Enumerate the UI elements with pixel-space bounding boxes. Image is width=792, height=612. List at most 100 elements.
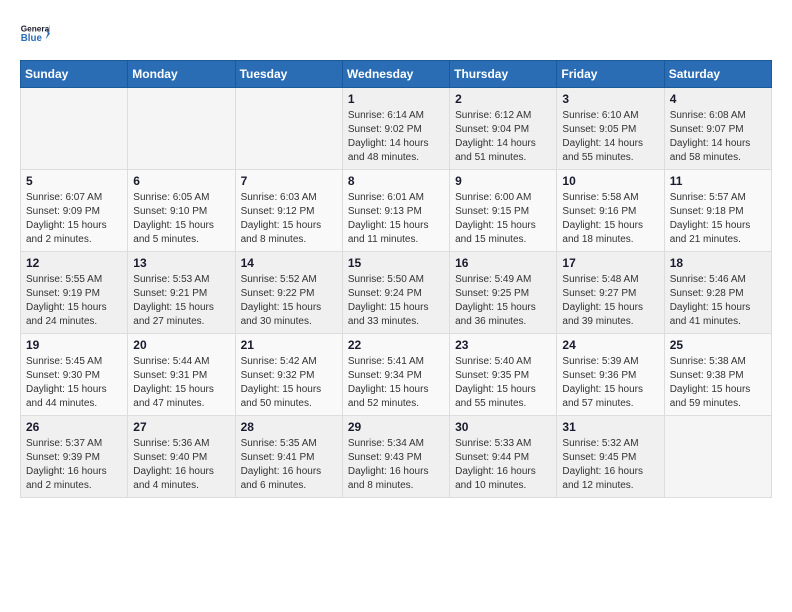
calendar-cell: 20Sunrise: 5:44 AMSunset: 9:31 PMDayligh… [128, 334, 235, 416]
calendar-cell: 22 Sunrise: 5:41 AMSunset: 9:34 PMDayligh… [342, 334, 449, 416]
day-info: Sunrise: 6:03 AMSunset: 9:12 PMDaylight:… [241, 191, 337, 247]
calendar-cell: 6 Sunrise: 6:05 AMSunset: 9:10 PMDaylight… [128, 170, 235, 252]
calendar-cell: 2Sunrise: 6:12 AMSunset: 9:04 PMDaylight… [450, 88, 557, 170]
day-number: 26 [26, 420, 122, 434]
day-info: Sunrise: 6:01 AMSunset: 9:13 PMDaylight:… [348, 191, 444, 247]
day-number: 15 [348, 256, 444, 270]
calendar-cell [235, 88, 342, 170]
calendar-cell [128, 88, 235, 170]
calendar-cell: 3 Sunrise: 6:10 AMSunset: 9:05 PMDaylight… [557, 88, 664, 170]
day-info: Sunrise: 6:14 AMSunset: 9:02 PMDaylight:… [348, 109, 444, 165]
calendar-week-row: 1Sunrise: 6:14 AMSunset: 9:02 PMDaylight… [21, 88, 772, 170]
calendar-cell [21, 88, 128, 170]
day-info: Sunrise: 5:40 AMSunset: 9:35 PMDaylight:… [455, 355, 551, 411]
day-number: 19 [26, 338, 122, 352]
logo: General Blue [20, 20, 50, 50]
day-number: 13 [133, 256, 229, 270]
day-info: Sunrise: 5:55 AMSunset: 9:19 PMDaylight:… [26, 273, 122, 329]
calendar-cell: 29 Sunrise: 5:34 AMSunset: 9:43 PMDayligh… [342, 416, 449, 498]
calendar-table: SundayMondayTuesdayWednesdayThursdayFrid… [20, 60, 772, 498]
calendar-cell: 12Sunrise: 5:55 AMSunset: 9:19 PMDayligh… [21, 252, 128, 334]
calendar-cell: 19 Sunrise: 5:45 AMSunset: 9:30 PMDayligh… [21, 334, 128, 416]
day-number: 17 [562, 256, 658, 270]
weekday-header-saturday: Saturday [664, 61, 771, 88]
day-info: Sunrise: 6:10 AMSunset: 9:05 PMDaylight:… [562, 109, 658, 165]
day-info: Sunrise: 6:07 AMSunset: 9:09 PMDaylight:… [26, 191, 122, 247]
calendar-cell: 7 Sunrise: 6:03 AMSunset: 9:12 PMDaylight… [235, 170, 342, 252]
calendar-cell: 5 Sunrise: 6:07 AMSunset: 9:09 PMDaylight… [21, 170, 128, 252]
day-info: Sunrise: 5:52 AMSunset: 9:22 PMDaylight:… [241, 273, 337, 329]
weekday-header-monday: Monday [128, 61, 235, 88]
day-number: 10 [562, 174, 658, 188]
day-info: Sunrise: 5:32 AMSunset: 9:45 PMDaylight:… [562, 437, 658, 493]
day-number: 14 [241, 256, 337, 270]
day-number: 5 [26, 174, 122, 188]
calendar-cell: 18 Sunrise: 5:46 AMSunset: 9:28 PMDayligh… [664, 252, 771, 334]
day-info: Sunrise: 5:53 AMSunset: 9:21 PMDaylight:… [133, 273, 229, 329]
day-number: 29 [348, 420, 444, 434]
calendar-week-row: 5 Sunrise: 6:07 AMSunset: 9:09 PMDaylight… [21, 170, 772, 252]
calendar-cell: 30 Sunrise: 5:33 AMSunset: 9:44 PMDayligh… [450, 416, 557, 498]
calendar-cell [664, 416, 771, 498]
day-info: Sunrise: 5:39 AMSunset: 9:36 PMDaylight:… [562, 355, 658, 411]
calendar-cell: 26Sunrise: 5:37 AMSunset: 9:39 PMDayligh… [21, 416, 128, 498]
day-number: 22 [348, 338, 444, 352]
calendar-cell: 10 Sunrise: 5:58 AMSunset: 9:16 PMDayligh… [557, 170, 664, 252]
day-number: 30 [455, 420, 551, 434]
day-number: 9 [455, 174, 551, 188]
calendar-cell: 21 Sunrise: 5:42 AMSunset: 9:32 PMDayligh… [235, 334, 342, 416]
day-info: Sunrise: 5:33 AMSunset: 9:44 PMDaylight:… [455, 437, 551, 493]
day-info: Sunrise: 5:58 AMSunset: 9:16 PMDaylight:… [562, 191, 658, 247]
day-number: 3 [562, 92, 658, 106]
day-number: 8 [348, 174, 444, 188]
calendar-week-row: 12Sunrise: 5:55 AMSunset: 9:19 PMDayligh… [21, 252, 772, 334]
day-info: Sunrise: 5:50 AMSunset: 9:24 PMDaylight:… [348, 273, 444, 329]
day-info: Sunrise: 5:49 AMSunset: 9:25 PMDaylight:… [455, 273, 551, 329]
weekday-header-wednesday: Wednesday [342, 61, 449, 88]
weekday-header-row: SundayMondayTuesdayWednesdayThursdayFrid… [21, 61, 772, 88]
weekday-header-tuesday: Tuesday [235, 61, 342, 88]
day-number: 6 [133, 174, 229, 188]
day-number: 31 [562, 420, 658, 434]
calendar-cell: 14 Sunrise: 5:52 AMSunset: 9:22 PMDayligh… [235, 252, 342, 334]
day-number: 25 [670, 338, 766, 352]
day-number: 16 [455, 256, 551, 270]
day-number: 20 [133, 338, 229, 352]
calendar-cell: 28Sunrise: 5:35 AMSunset: 9:41 PMDayligh… [235, 416, 342, 498]
day-info: Sunrise: 5:41 AMSunset: 9:34 PMDaylight:… [348, 355, 444, 411]
day-info: Sunrise: 5:45 AMSunset: 9:30 PMDaylight:… [26, 355, 122, 411]
calendar-cell: 15 Sunrise: 5:50 AMSunset: 9:24 PMDayligh… [342, 252, 449, 334]
day-info: Sunrise: 6:08 AMSunset: 9:07 PMDaylight:… [670, 109, 766, 165]
day-info: Sunrise: 5:35 AMSunset: 9:41 PMDaylight:… [241, 437, 337, 493]
calendar-cell: 8 Sunrise: 6:01 AMSunset: 9:13 PMDaylight… [342, 170, 449, 252]
day-number: 18 [670, 256, 766, 270]
day-number: 23 [455, 338, 551, 352]
calendar-cell: 24 Sunrise: 5:39 AMSunset: 9:36 PMDayligh… [557, 334, 664, 416]
calendar-cell: 25 Sunrise: 5:38 AMSunset: 9:38 PMDayligh… [664, 334, 771, 416]
calendar-cell: 9Sunrise: 6:00 AMSunset: 9:15 PMDaylight… [450, 170, 557, 252]
weekday-header-friday: Friday [557, 61, 664, 88]
day-number: 7 [241, 174, 337, 188]
day-info: Sunrise: 5:34 AMSunset: 9:43 PMDaylight:… [348, 437, 444, 493]
svg-text:Blue: Blue [21, 33, 43, 44]
day-info: Sunrise: 5:42 AMSunset: 9:32 PMDaylight:… [241, 355, 337, 411]
calendar-cell: 23 Sunrise: 5:40 AMSunset: 9:35 PMDayligh… [450, 334, 557, 416]
calendar-week-row: 19 Sunrise: 5:45 AMSunset: 9:30 PMDayligh… [21, 334, 772, 416]
day-number: 2 [455, 92, 551, 106]
day-number: 24 [562, 338, 658, 352]
calendar-cell: 16 Sunrise: 5:49 AMSunset: 9:25 PMDayligh… [450, 252, 557, 334]
page-header: General Blue [20, 20, 772, 50]
day-number: 21 [241, 338, 337, 352]
weekday-header-thursday: Thursday [450, 61, 557, 88]
calendar-cell: 17Sunrise: 5:48 AMSunset: 9:27 PMDayligh… [557, 252, 664, 334]
day-info: Sunrise: 5:46 AMSunset: 9:28 PMDaylight:… [670, 273, 766, 329]
day-info: Sunrise: 6:05 AMSunset: 9:10 PMDaylight:… [133, 191, 229, 247]
calendar-week-row: 26Sunrise: 5:37 AMSunset: 9:39 PMDayligh… [21, 416, 772, 498]
day-number: 11 [670, 174, 766, 188]
day-info: Sunrise: 5:38 AMSunset: 9:38 PMDaylight:… [670, 355, 766, 411]
calendar-cell: 4Sunrise: 6:08 AMSunset: 9:07 PMDaylight… [664, 88, 771, 170]
logo-icon: General Blue [20, 20, 50, 50]
day-info: Sunrise: 5:57 AMSunset: 9:18 PMDaylight:… [670, 191, 766, 247]
svg-text:General: General [21, 24, 50, 33]
calendar-cell: 27Sunrise: 5:36 AMSunset: 9:40 PMDayligh… [128, 416, 235, 498]
